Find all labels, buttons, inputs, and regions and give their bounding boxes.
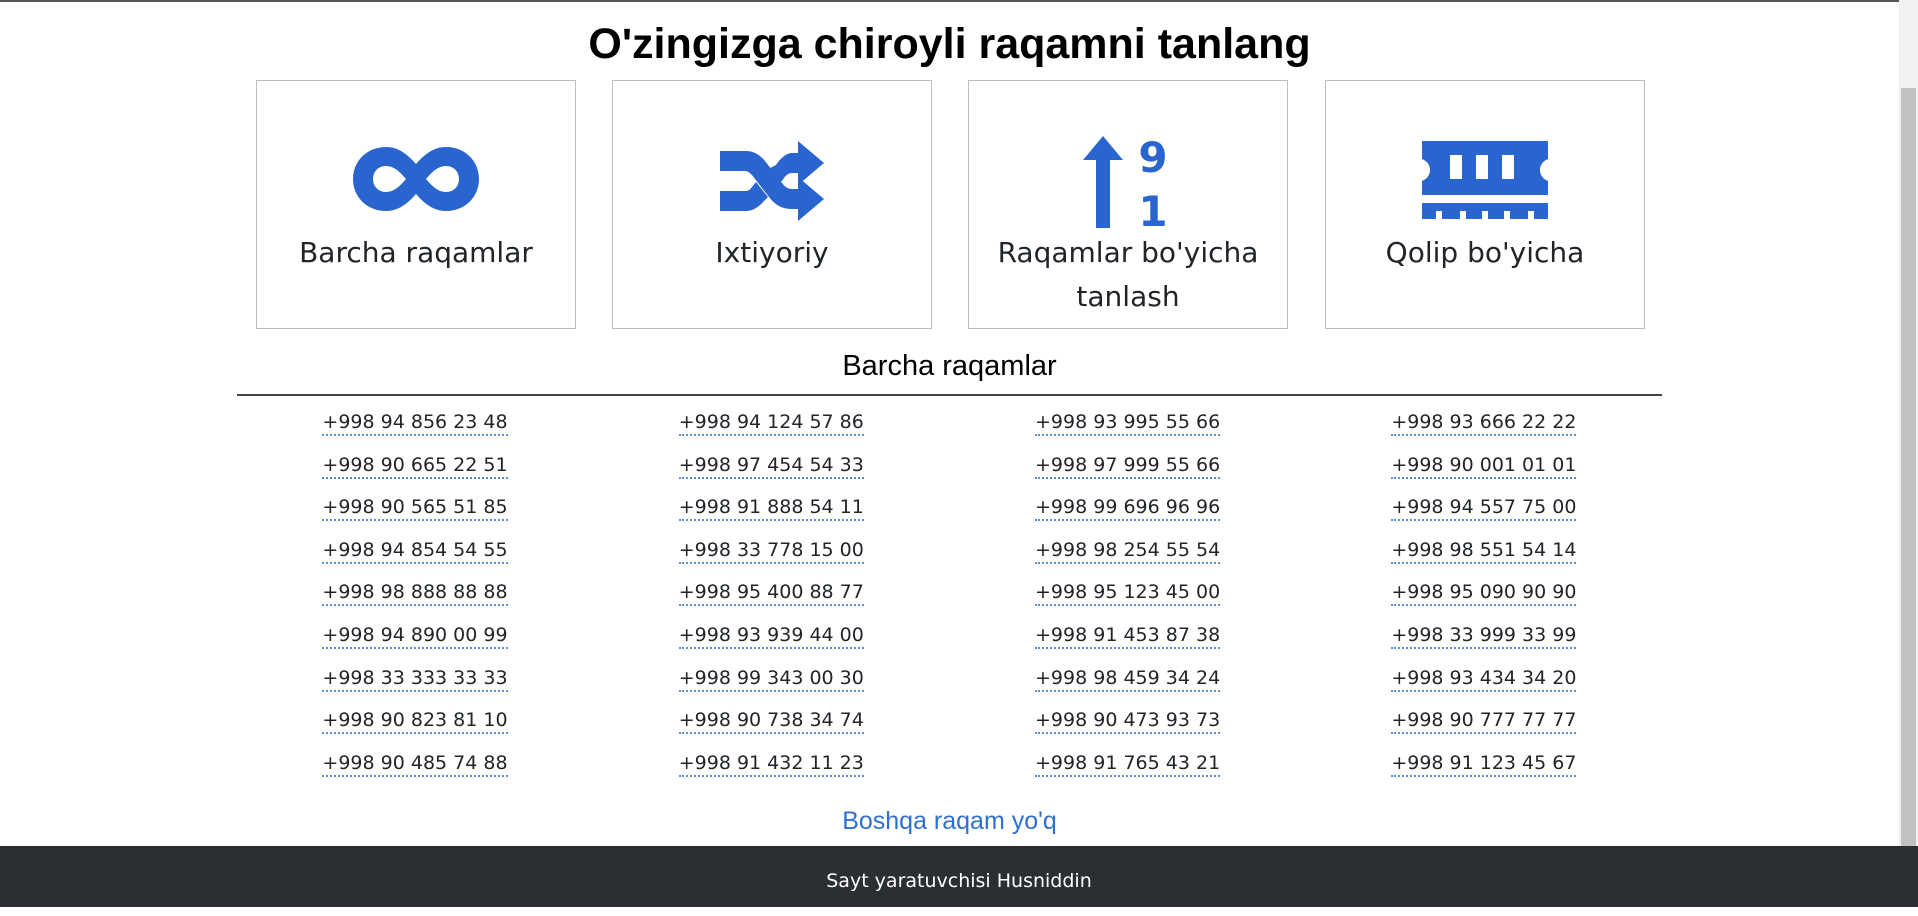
phone-number-link[interactable]: +998 98 551 54 14	[1391, 538, 1577, 564]
phone-number-item: +998 33 778 15 00	[593, 536, 949, 564]
sort-numeric-up-icon: 9 1	[969, 136, 1287, 236]
phone-number-link[interactable]: +998 90 473 93 73	[1035, 709, 1221, 735]
phone-number-item: +998 90 823 81 10	[237, 706, 593, 735]
phone-number-link[interactable]: +998 91 123 45 67	[1391, 751, 1577, 777]
scrollbar[interactable]	[1899, 0, 1918, 846]
phone-number-link[interactable]: +998 33 333 33 33	[322, 666, 508, 692]
phone-number-item: +998 90 473 93 73	[950, 706, 1306, 735]
card-label: Raqamlar bo'yicha tanlash	[997, 236, 1259, 313]
phone-number-item: +998 91 123 45 67	[1306, 749, 1662, 777]
phone-number-link[interactable]: +998 94 856 23 48	[322, 411, 508, 436]
svg-text:1: 1	[1138, 187, 1167, 228]
infinity-icon	[257, 139, 575, 239]
phone-number-item: +998 98 888 88 88	[237, 578, 593, 607]
phone-number-item: +998 90 738 34 74	[593, 706, 949, 735]
phone-number-link[interactable]: +998 97 999 55 66	[1035, 453, 1221, 479]
card-label: Ixtiyoriy	[715, 236, 829, 269]
phone-number-link[interactable]: +998 91 453 87 38	[1035, 624, 1221, 649]
footer: Sayt yaratuvchisi Husniddin	[0, 846, 1918, 907]
phone-number-item: +998 98 551 54 14	[1306, 536, 1662, 564]
scrollbar-thumb[interactable]	[1901, 88, 1916, 846]
phone-number-link[interactable]: +998 97 454 54 33	[678, 453, 864, 479]
phone-number-item: +998 99 696 96 96	[950, 493, 1306, 522]
memory-icon	[1326, 141, 1644, 241]
phone-number-item: +998 94 854 54 55	[237, 536, 593, 564]
category-cards: Barcha raqamlar Ixtiyoriy 9 1 Raqamlar b…	[256, 80, 1645, 329]
phone-number-link[interactable]: +998 91 765 43 21	[1035, 751, 1221, 777]
card-all-numbers[interactable]: Barcha raqamlar	[256, 80, 576, 329]
phone-number-item: +998 99 343 00 30	[593, 664, 949, 692]
shuffle-icon	[613, 139, 931, 239]
phone-number-item: +998 93 939 44 00	[593, 621, 949, 649]
phone-number-link[interactable]: +998 90 665 22 51	[322, 453, 508, 479]
phone-number-link[interactable]: +998 91 888 54 11	[678, 496, 864, 522]
phone-number-link[interactable]: +998 90 823 81 10	[322, 709, 508, 735]
phone-number-item: +998 90 485 74 88	[237, 749, 593, 777]
svg-text:9: 9	[1138, 136, 1167, 182]
phone-number-item: +998 93 666 22 22	[1306, 408, 1662, 436]
phone-number-item: +998 98 459 34 24	[950, 664, 1306, 692]
phone-number-link[interactable]: +998 95 400 88 77	[678, 581, 864, 607]
phone-number-link[interactable]: +998 33 999 33 99	[1391, 624, 1577, 649]
section-divider	[237, 394, 1662, 396]
phone-number-item: +998 93 434 34 20	[1306, 664, 1662, 692]
phone-number-item: +998 33 333 33 33	[237, 664, 593, 692]
phone-number-link[interactable]: +998 90 485 74 88	[322, 751, 508, 777]
phone-number-item: +998 33 999 33 99	[1306, 621, 1662, 649]
phone-number-item: +998 94 890 00 99	[237, 621, 593, 649]
phone-number-item: +998 90 777 77 77	[1306, 706, 1662, 735]
phone-number-item: +998 90 565 51 85	[237, 493, 593, 522]
card-label: Barcha raqamlar	[299, 236, 533, 269]
no-more-numbers-text: Boshqa raqam yo'q	[842, 807, 1057, 835]
phone-number-link[interactable]: +998 95 123 45 00	[1035, 581, 1221, 607]
phone-number-link[interactable]: +998 91 432 11 23	[678, 751, 864, 777]
window-top-border	[0, 0, 1918, 2]
phone-number-link[interactable]: +998 98 888 88 88	[322, 581, 508, 607]
card-by-digits[interactable]: 9 1 Raqamlar bo'yicha tanlash	[968, 80, 1288, 329]
phone-number-item: +998 91 765 43 21	[950, 749, 1306, 777]
card-label: Qolip bo'yicha	[1385, 236, 1585, 269]
phone-number-item: +998 97 999 55 66	[950, 451, 1306, 479]
phone-number-link[interactable]: +998 98 459 34 24	[1035, 666, 1221, 692]
phone-number-item: +998 93 995 55 66	[950, 408, 1306, 436]
card-random[interactable]: Ixtiyoriy	[612, 80, 932, 329]
phone-number-item: +998 90 001 01 01	[1306, 451, 1662, 479]
phone-number-link[interactable]: +998 95 090 90 90	[1391, 581, 1577, 607]
footer-text: Sayt yaratuvchisi Husniddin	[826, 870, 1092, 892]
phone-number-link[interactable]: +998 93 939 44 00	[678, 624, 864, 649]
page-title: O'zingizga chiroyli raqamni tanlang	[588, 20, 1311, 68]
phone-number-link[interactable]: +998 93 434 34 20	[1391, 666, 1577, 692]
phone-number-item: +998 94 856 23 48	[237, 408, 593, 436]
phone-number-link[interactable]: +998 33 778 15 00	[678, 538, 864, 564]
phone-number-link[interactable]: +998 93 666 22 22	[1391, 411, 1577, 436]
phone-number-item: +998 95 123 45 00	[950, 578, 1306, 607]
phone-number-link[interactable]: +998 90 565 51 85	[322, 496, 508, 522]
phone-number-item: +998 90 665 22 51	[237, 451, 593, 479]
phone-number-link[interactable]: +998 90 001 01 01	[1391, 453, 1577, 479]
phone-number-item: +998 95 400 88 77	[593, 578, 949, 607]
phone-number-link[interactable]: +998 90 777 77 77	[1391, 709, 1577, 735]
card-by-pattern[interactable]: Qolip bo'yicha	[1325, 80, 1645, 329]
phone-number-link[interactable]: +998 94 557 75 00	[1391, 496, 1577, 522]
phone-number-link[interactable]: +998 94 890 00 99	[322, 624, 508, 649]
phone-number-link[interactable]: +998 93 995 55 66	[1035, 411, 1221, 436]
phone-number-item: +998 94 124 57 86	[593, 408, 949, 436]
phone-number-link[interactable]: +998 94 124 57 86	[678, 411, 864, 436]
phone-number-item: +998 94 557 75 00	[1306, 493, 1662, 522]
phone-number-item: +998 91 453 87 38	[950, 621, 1306, 649]
phone-number-link[interactable]: +998 90 738 34 74	[678, 709, 864, 735]
phone-number-link[interactable]: +998 98 254 55 54	[1035, 538, 1221, 564]
phone-number-item: +998 95 090 90 90	[1306, 578, 1662, 607]
phone-number-link[interactable]: +998 99 696 96 96	[1035, 496, 1221, 522]
phone-number-item: +998 91 432 11 23	[593, 749, 949, 777]
phone-number-link[interactable]: +998 94 854 54 55	[322, 538, 508, 564]
phone-number-item: +998 91 888 54 11	[593, 493, 949, 522]
phone-number-link[interactable]: +998 99 343 00 30	[678, 666, 864, 692]
phone-number-item: +998 97 454 54 33	[593, 451, 949, 479]
phone-number-item: +998 98 254 55 54	[950, 536, 1306, 564]
section-title: Barcha raqamlar	[842, 350, 1057, 382]
